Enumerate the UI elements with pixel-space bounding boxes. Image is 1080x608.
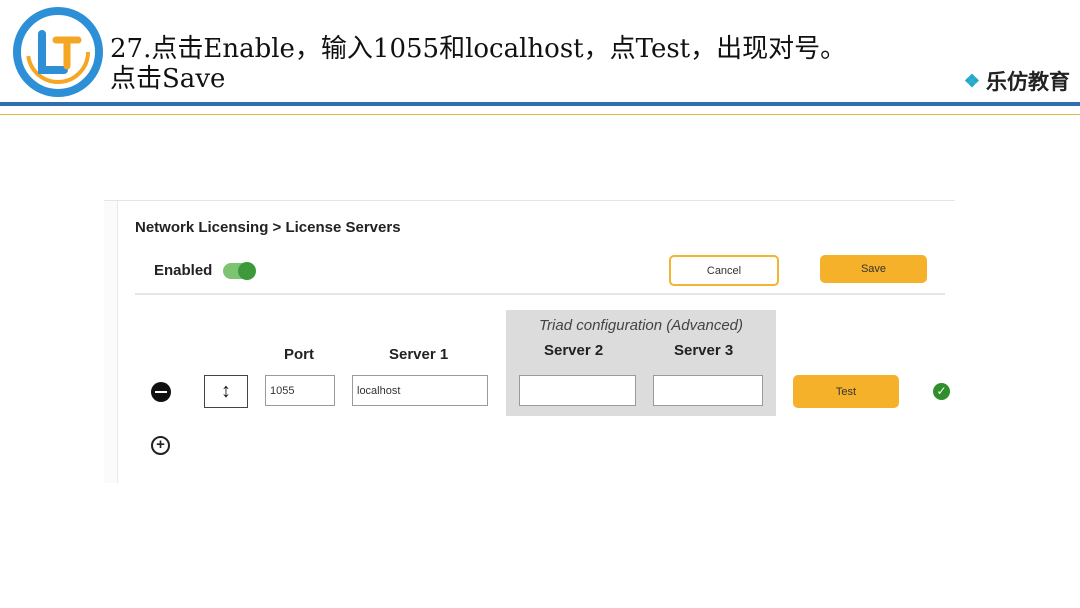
- check-circle-icon: ✓: [933, 383, 950, 400]
- save-button[interactable]: Save: [820, 255, 927, 283]
- plus-circle-icon[interactable]: +: [151, 436, 170, 455]
- brand-text: 乐仿教育: [986, 69, 1070, 94]
- license-servers-screenshot: Network Licensing > License Servers Enab…: [104, 200, 955, 483]
- left-panel-edge: [104, 201, 118, 483]
- port-header: Port: [284, 346, 314, 363]
- slide-title: 27.点击Enable，输入1055和localhost，点Test，出现对号。…: [110, 34, 846, 94]
- slide-title-line-2: 点击Save: [110, 64, 226, 94]
- port-input[interactable]: [265, 375, 335, 406]
- server3-header: Server 3: [674, 342, 734, 359]
- server2-input[interactable]: [519, 375, 636, 406]
- slide-title-line-1: 27.点击Enable，输入1055和localhost，点Test，出现对号。: [110, 34, 847, 64]
- diamond-cluster-icon: ❖: [963, 70, 980, 92]
- server3-input[interactable]: [653, 375, 763, 406]
- server1-input[interactable]: [352, 375, 488, 406]
- server1-header: Server 1: [389, 346, 449, 363]
- minus-circle-icon[interactable]: [151, 382, 171, 402]
- enabled-label: Enabled: [154, 262, 213, 279]
- logo: [13, 7, 103, 97]
- brand: ❖ 乐仿教育: [964, 66, 1070, 96]
- toggle-knob: [238, 262, 256, 280]
- breadcrumb: Network Licensing > License Servers: [135, 219, 401, 236]
- header-rule-blue: [0, 102, 1080, 106]
- server2-header: Server 2: [544, 342, 604, 359]
- vertical-arrows-icon[interactable]: ↕: [204, 375, 248, 408]
- test-button[interactable]: Test: [793, 375, 899, 408]
- cancel-button[interactable]: Cancel: [669, 255, 779, 286]
- divider: [135, 293, 945, 295]
- enabled-toggle[interactable]: [223, 262, 256, 280]
- header-rule-yellow: [0, 114, 1080, 115]
- triad-title: Triad configuration (Advanced): [539, 317, 743, 334]
